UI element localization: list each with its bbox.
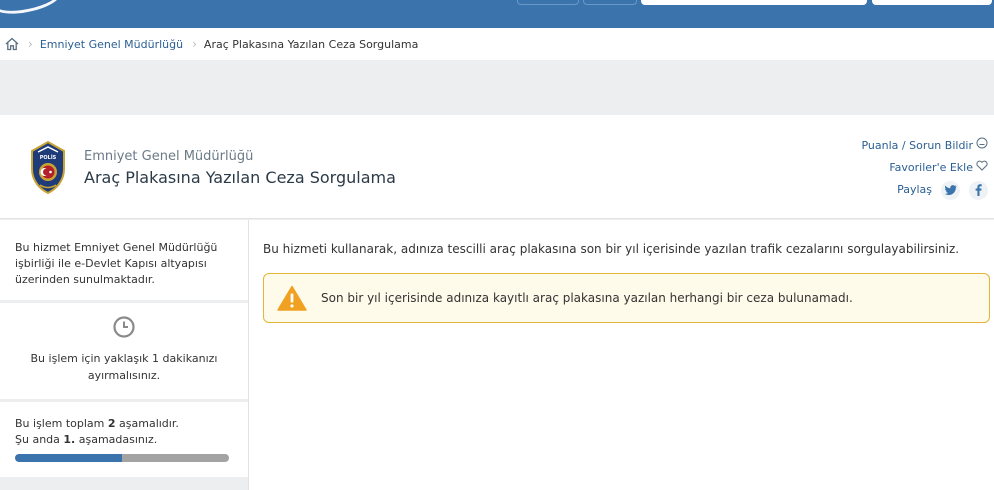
heart-icon [976,157,988,179]
sidebar-steps: Bu işlem toplam 2 aşamalıdır. Şu anda 1.… [0,402,248,480]
service-actions: Puanla / Sorun Bildir Favoriler'e Ekle P… [861,135,988,201]
breadcrumb-separator: › [192,37,197,51]
clock-icon [113,316,135,338]
top-header-bar [0,0,994,28]
add-favorite-label: Favoriler'e Ekle [889,161,973,174]
edevlet-logo[interactable] [0,0,64,19]
breadcrumb: › Emniyet Genel Müdürlüğü › Araç Plakası… [0,28,994,60]
sidebar-duration: Bu işlem için yaklaşık 1 dakikanızı ayır… [0,303,248,402]
main-content: Bu hizmeti kullanarak, adınıza tescilli … [248,220,994,490]
login-button[interactable] [872,0,992,5]
steps-current: Şu anda 1. aşamadasınız. [15,433,158,446]
breadcrumb-item-current: Araç Plakasına Yazılan Ceza Sorgulama [203,37,419,51]
service-header: POLİS Emniyet Genel Müdürlüğü Araç Plaka… [0,115,994,219]
twitter-icon[interactable] [941,180,960,200]
svg-text:POLİS: POLİS [40,154,57,161]
alert-message: Son bir yıl içerisinde adınıza kayıtlı a… [321,291,853,305]
share-row: Paylaş [861,179,988,201]
sidebar-intro: Bu hizmet Emniyet Genel Müdürlüğü işbirl… [0,220,248,303]
gray-spacer [0,60,994,115]
search-input[interactable] [641,0,867,5]
header-button-2[interactable] [583,0,637,5]
steps-total: Bu işlem toplam 2 aşamalıdır. [15,417,179,430]
share-label: Paylaş [897,183,932,196]
add-favorite-link[interactable]: Favoriler'e Ekle [861,157,988,179]
service-organization: Emniyet Genel Müdürlüğü [84,149,254,164]
smiley-icon [976,135,988,157]
facebook-icon[interactable] [969,180,988,200]
breadcrumb-separator: › [28,37,33,51]
service-description: Bu hizmeti kullanarak, adınıza tescilli … [263,242,960,256]
rate-report-link[interactable]: Puanla / Sorun Bildir [861,135,988,157]
police-emblem-icon: POLİS [28,139,68,195]
warning-alert: Son bir yıl içerisinde adınıza kayıtlı a… [263,273,990,323]
duration-text: Bu işlem için yaklaşık 1 dakikanızı ayır… [30,352,218,382]
header-button-1[interactable] [517,0,579,5]
breadcrumb-item-organization[interactable]: Emniyet Genel Müdürlüğü [40,38,183,51]
home-icon[interactable] [5,37,19,51]
warning-icon [277,285,307,311]
rate-report-label: Puanla / Sorun Bildir [861,139,973,152]
sidebar: Bu hizmet Emniyet Genel Müdürlüğü işbirl… [0,220,248,490]
page-title: Araç Plakasına Yazılan Ceza Sorgulama [84,168,396,187]
progress-bar-fill [15,454,122,462]
progress-bar [15,454,229,462]
